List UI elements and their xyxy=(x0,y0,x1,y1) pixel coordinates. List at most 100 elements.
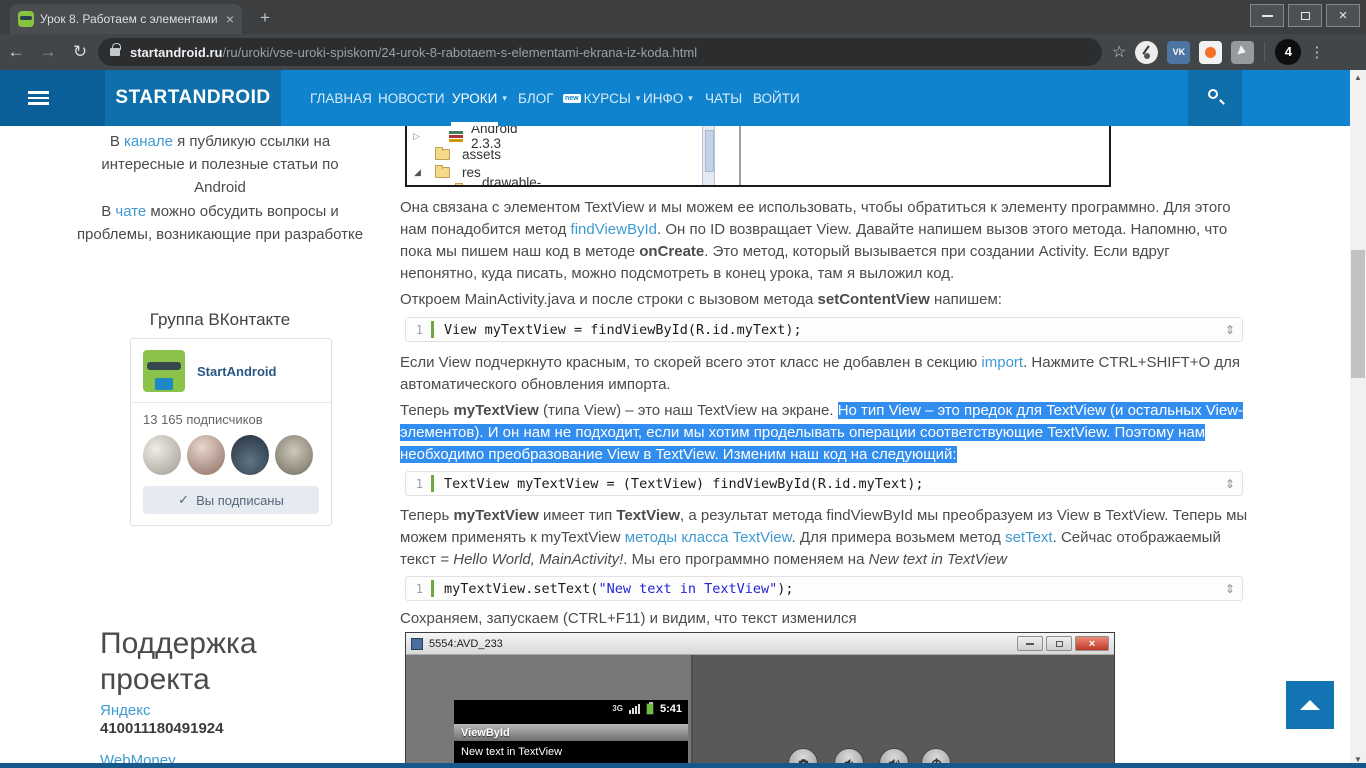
article-paragraph: Теперь myTextView (типа View) – это наш … xyxy=(400,402,1244,463)
code-block: 1 View myTextView = findViewById(R.id.my… xyxy=(405,317,1243,342)
folder-icon xyxy=(435,147,450,160)
code-gutter-bar xyxy=(431,580,434,597)
code-line-number: 1 xyxy=(415,322,423,337)
screen: Урок 8. Работаем с элементами × + × ← → … xyxy=(0,0,1366,768)
browser-tab[interactable]: Урок 8. Работаем с элементами × xyxy=(10,4,242,34)
nav-item-novosti[interactable]: НОВОСТИ xyxy=(378,70,445,126)
nav-item-chaty[interactable]: ЧАТЫ xyxy=(705,70,742,126)
avatar[interactable] xyxy=(231,435,269,475)
vk-group-name-link[interactable]: StartAndroid xyxy=(197,364,276,379)
avatar[interactable] xyxy=(187,435,225,475)
back-button[interactable]: ← xyxy=(0,42,32,62)
scroll-to-top-button[interactable] xyxy=(1286,681,1334,729)
emulator-phone-screen: 3G 5:41 ViewById New text in TextView xyxy=(454,700,688,767)
browser-titlebar: Урок 8. Работаем с элементами × + × xyxy=(0,0,1366,34)
article-paragraph: Теперь myTextView имеет тип TextView, а … xyxy=(400,507,1248,568)
extension-pointer-icon[interactable] xyxy=(1231,40,1255,64)
yandex-link[interactable]: Яндекс xyxy=(100,702,150,719)
avatar[interactable] xyxy=(143,435,181,475)
sidebar-channel-text: В канале я публикую ссылки на интересные… xyxy=(101,133,339,196)
url-text: startandroid.ru/ru/uroki/vse-uroki-spisk… xyxy=(130,45,697,60)
vk-group-logo xyxy=(143,350,185,392)
new-badge: new xyxy=(563,93,581,103)
browser-toolbar: ← → ↻ startandroid.ru/ru/uroki/vse-uroki… xyxy=(0,34,1366,70)
vk-followers-count: 13 165 подписчиков xyxy=(143,412,263,427)
image-pane-divider xyxy=(739,126,741,185)
search-button[interactable] xyxy=(1188,70,1242,126)
vk-widget: StartAndroid 13 165 подписчиков ✓ Вы под… xyxy=(130,338,332,526)
favicon-android-icon xyxy=(18,11,34,27)
folder-icon xyxy=(455,183,463,185)
folder-icon xyxy=(435,165,450,178)
code-text: TextView myTextView = (TextView) findVie… xyxy=(444,475,924,492)
extension-orange-dot-icon[interactable] xyxy=(1199,40,1223,64)
check-icon: ✓ xyxy=(178,492,190,507)
emulator-minimize-icon xyxy=(1017,636,1043,651)
emulator-titlebar: 5554:AVD_233 × xyxy=(406,633,1114,655)
page-scrollbar[interactable]: ▲ ▼ xyxy=(1350,70,1366,768)
sidebar-chat-text: В чате можно обсудить вопросы и проблемы… xyxy=(76,203,364,243)
browser-menu-icon[interactable]: ⋮ xyxy=(1309,43,1324,61)
code-block: 1 TextView myTextView = (TextView) findV… xyxy=(405,471,1243,496)
restore-button[interactable] xyxy=(1288,4,1322,27)
nav-item-glavnaya[interactable]: ГЛАВНАЯ xyxy=(310,70,372,126)
code-expand-icon[interactable]: ⇕ xyxy=(1225,323,1242,337)
window-controls: × xyxy=(1246,4,1360,27)
code-expand-icon[interactable]: ⇕ xyxy=(1225,477,1242,491)
forward-button[interactable]: → xyxy=(32,42,64,62)
site-logo[interactable]: STARTANDROID xyxy=(105,70,281,126)
address-bar[interactable]: startandroid.ru/ru/uroki/vse-uroki-spisk… xyxy=(98,38,1102,66)
site-navbar: STARTANDROID ГЛАВНАЯ НОВОСТИ УРОКИ ▾ БЛОГ… xyxy=(0,70,1350,126)
status-time: 5:41 xyxy=(659,702,682,715)
image-inner-scrollbar xyxy=(702,126,715,185)
article-paragraph: Она связана с элементом TextView и мы мо… xyxy=(400,199,1231,282)
minimize-button[interactable] xyxy=(1250,4,1284,27)
signal-bars-icon xyxy=(628,703,640,714)
reload-button[interactable]: ↻ xyxy=(64,42,96,62)
nav-item-blog[interactable]: БЛОГ xyxy=(518,70,554,126)
tab-close-icon[interactable]: × xyxy=(226,12,234,26)
tree-collapsed-icon: ▷ xyxy=(429,185,436,187)
profile-avatar[interactable]: 4 xyxy=(1275,39,1302,65)
search-icon xyxy=(1208,89,1218,99)
nav-item-voyti[interactable]: ВОЙТИ xyxy=(753,70,800,126)
page-content: В канале я публикую ссылки на интересные… xyxy=(0,126,1350,768)
support-heading: Поддержка проекта xyxy=(100,627,257,696)
tree-collapsed-icon: ▷ xyxy=(413,130,420,141)
restore-icon xyxy=(1300,11,1310,20)
nav-item-info[interactable]: ИНФО ▾ xyxy=(643,70,693,126)
chevron-down-icon: ▾ xyxy=(502,92,507,103)
scrollbar-up-arrow[interactable]: ▲ xyxy=(1350,70,1366,86)
emulator-window-icon xyxy=(411,637,423,650)
extension-gauge-icon[interactable] xyxy=(1135,40,1159,64)
emulator-window-title: 5554:AVD_233 xyxy=(429,637,503,650)
article-paragraph: Сохраняем, запускаем (CTRL+F11) и видим,… xyxy=(400,610,857,627)
code-gutter-bar xyxy=(431,475,434,492)
article-paragraph: Откроем MainActivity.java и после строки… xyxy=(400,291,1002,308)
vk-avatars-row xyxy=(131,433,331,484)
lock-icon xyxy=(110,43,121,56)
phone-app-titlebar: ViewById xyxy=(454,724,688,741)
close-icon: × xyxy=(1338,7,1348,24)
code-gutter-bar xyxy=(431,321,434,338)
emulator-body: 3G 5:41 ViewById New text in TextView xyxy=(406,655,1114,767)
scrollbar-thumb[interactable] xyxy=(1351,250,1365,378)
network-3g-icon: 3G xyxy=(612,704,623,713)
phone-screen-text: New text in TextView xyxy=(461,746,563,758)
article-paragraph: Если View подчеркнуто красным, то скорей… xyxy=(400,354,1241,393)
hamburger-menu-icon[interactable] xyxy=(28,91,49,105)
nav-item-uroki[interactable]: УРОКИ ▾ xyxy=(452,70,507,126)
bookmark-star-icon[interactable]: ☆ xyxy=(1112,42,1126,62)
url-path: /ru/uroki/vse-uroki-spiskom/24-urok-8-ra… xyxy=(222,44,698,60)
extension-vk-icon[interactable]: VK xyxy=(1167,40,1191,64)
navbar-left-panel xyxy=(0,70,105,126)
vk-subscribed-button[interactable]: ✓ Вы подписаны xyxy=(143,486,319,514)
code-expand-icon[interactable]: ⇕ xyxy=(1225,582,1242,596)
emulator-maximize-icon xyxy=(1046,636,1072,651)
phone-statusbar: 3G 5:41 xyxy=(454,700,688,717)
avatar[interactable] xyxy=(275,435,313,475)
url-domain: startandroid.ru xyxy=(130,44,223,60)
nav-item-kursy[interactable]: new КУРСЫ ▾ xyxy=(563,70,640,126)
new-tab-button[interactable]: + xyxy=(254,7,276,29)
close-button[interactable]: × xyxy=(1326,4,1360,27)
